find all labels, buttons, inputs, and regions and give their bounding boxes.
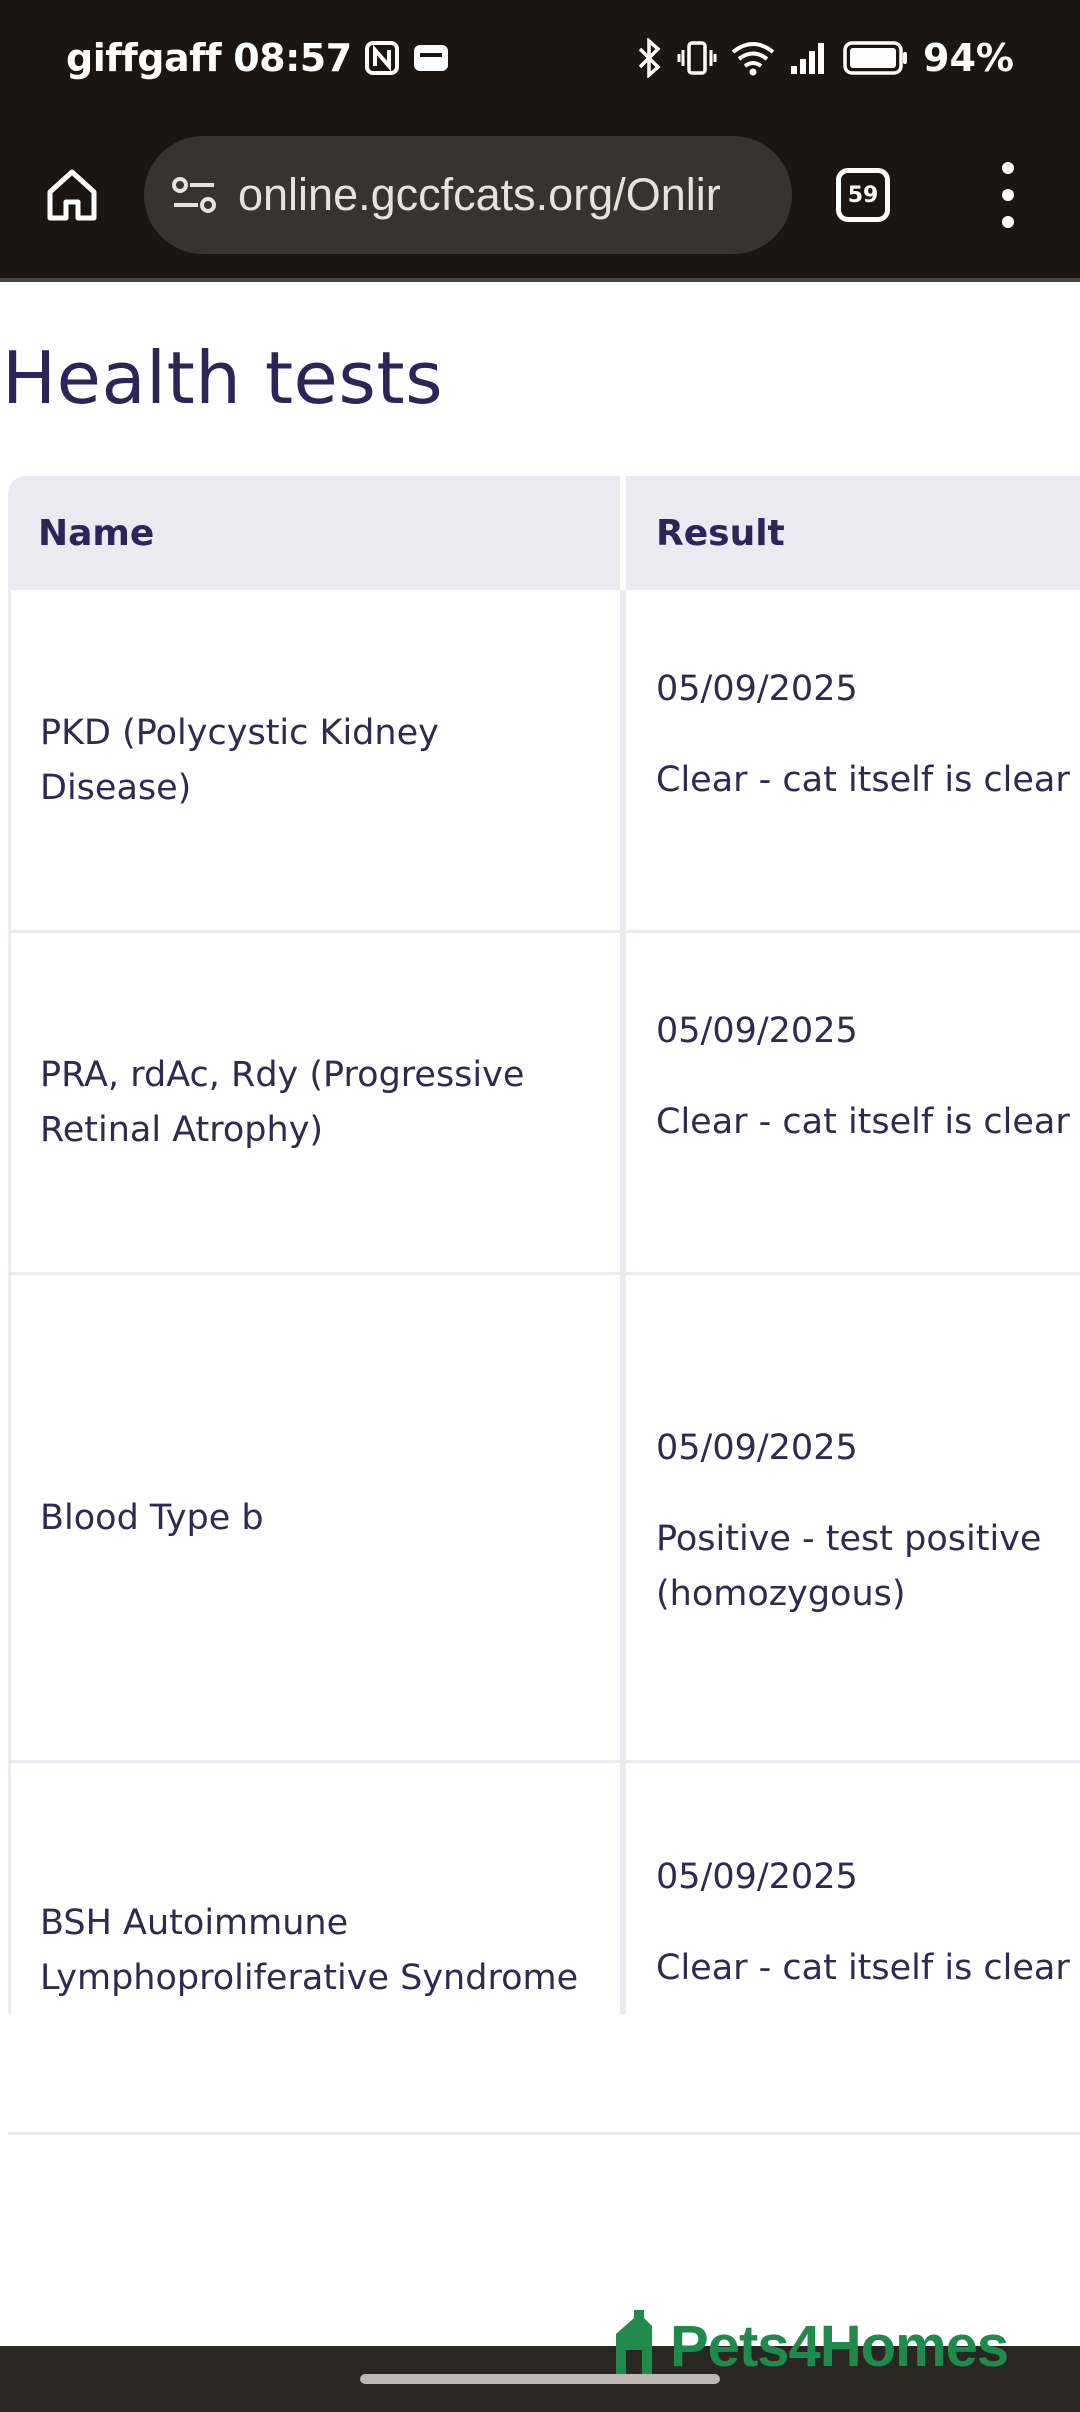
- test-name: Blood Type b: [40, 1497, 264, 1538]
- menu-dot-icon: [1002, 189, 1014, 201]
- table-border: [8, 590, 11, 2014]
- test-date: 05/09/2025: [656, 1011, 858, 1051]
- more-options-button[interactable]: [984, 162, 1032, 228]
- bluetooth-icon: [637, 38, 663, 78]
- row-divider: [8, 1272, 1080, 1275]
- watermark-logo: Pets4Homes: [612, 2296, 1009, 2379]
- carrier-label: giffgaff: [66, 36, 222, 80]
- test-result: 05/09/2025 Clear - cat itself is clear: [656, 1004, 1076, 1150]
- test-name: BSH Autoimmune Lymphoproliferative Syndr…: [40, 1903, 579, 1998]
- home-button[interactable]: [36, 158, 108, 230]
- test-result: 05/09/2025 Clear - cat itself is clear: [656, 1850, 1076, 1996]
- url-text: online.gccfcats.org/Onlir: [238, 169, 721, 220]
- battery-icon: [843, 40, 909, 76]
- battery-percent: 94%: [923, 36, 1014, 80]
- column-header-name: Name: [8, 476, 620, 590]
- status-bar: giffgaff 08:57 94%: [0, 0, 1080, 126]
- nfc-icon: [364, 40, 400, 76]
- site-settings-icon[interactable]: [164, 165, 224, 225]
- test-result: 05/09/2025 Clear - cat itself is clear: [656, 662, 1076, 808]
- test-result: 05/09/2025 Positive - test positive (hom…: [656, 1421, 1076, 1622]
- health-tests-table: Name Result PKD (Polycystic Kidney Disea…: [8, 476, 1080, 2135]
- test-date: 05/09/2025: [656, 669, 858, 709]
- row-divider: [8, 930, 1080, 933]
- vibrate-icon: [677, 38, 717, 78]
- tab-count: 59: [847, 182, 879, 208]
- house-icon: [616, 2310, 652, 2374]
- test-name: PKD (Polycystic Kidney Disease): [40, 713, 439, 808]
- home-icon: [47, 169, 97, 221]
- column-divider: [620, 590, 626, 2014]
- signal-icon: [789, 40, 829, 76]
- row-divider: [8, 1760, 1080, 1763]
- toolbar-divider: [0, 278, 1080, 282]
- test-date: 05/09/2025: [656, 1428, 858, 1468]
- test-outcome: Positive - test positive (homozygous): [656, 1519, 1042, 1614]
- page-title: Health tests: [2, 336, 444, 420]
- wallet-icon: [412, 41, 450, 75]
- address-bar[interactable]: online.gccfcats.org/Onlir: [144, 136, 792, 254]
- test-outcome: Clear - cat itself is clear: [656, 760, 1070, 800]
- tab-switcher-button[interactable]: 59: [836, 168, 890, 222]
- browser-toolbar: online.gccfcats.org/Onlir 59: [0, 126, 1080, 280]
- test-outcome: Clear - cat itself is clear: [656, 1948, 1070, 1988]
- test-name: PRA, rdAc, Rdy (Progressive Retinal Atro…: [40, 1055, 525, 1150]
- watermark-text: Pets4Homes: [670, 2314, 1009, 2379]
- menu-dot-icon: [1002, 216, 1014, 228]
- test-outcome: Clear - cat itself is clear: [656, 1102, 1070, 1142]
- test-date: 05/09/2025: [656, 1857, 858, 1897]
- clock: 08:57: [233, 36, 352, 80]
- row-divider: [8, 2132, 1080, 2135]
- column-header-result: Result: [626, 476, 1080, 590]
- menu-dot-icon: [1002, 162, 1014, 174]
- wifi-icon: [731, 40, 775, 76]
